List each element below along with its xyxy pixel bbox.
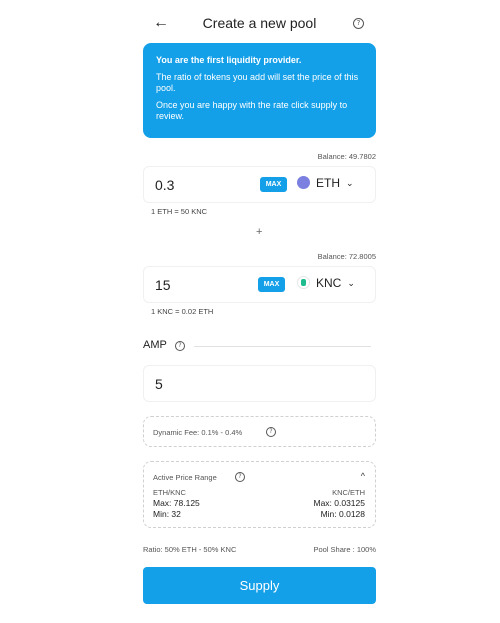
page-header: ← Create a new pool ? bbox=[143, 12, 376, 36]
chevron-down-icon: ⌄ bbox=[347, 278, 355, 289]
token-b-rate: 1 KNC = 0.02 ETH bbox=[151, 307, 214, 316]
dynamic-fee-label: Dynamic Fee: 0.1% - 0.4% bbox=[153, 428, 243, 437]
token-b-amount-input[interactable]: 15 bbox=[155, 277, 171, 293]
amp-label: AMP bbox=[143, 339, 167, 351]
plus-icon: + bbox=[256, 226, 263, 238]
help-icon[interactable]: ? bbox=[353, 18, 364, 29]
first-provider-info-box: You are the first liquidity provider. Th… bbox=[143, 43, 376, 138]
amp-input[interactable]: 5 bbox=[155, 376, 163, 392]
token-b-symbol: KNC bbox=[316, 276, 342, 290]
token-a-selector[interactable]: ETH ⌄ bbox=[297, 176, 354, 194]
info-line-2: The ratio of tokens you add will set the… bbox=[156, 72, 359, 93]
page-title: Create a new pool bbox=[202, 15, 317, 31]
price-range-left-min: Min: 32 bbox=[153, 509, 181, 519]
pool-share-text: Pool Share : 100% bbox=[313, 545, 376, 554]
price-range-help-icon[interactable]: ? bbox=[235, 472, 245, 482]
token-a-max-button[interactable]: MAX bbox=[260, 177, 287, 192]
amp-divider bbox=[194, 346, 371, 347]
token-b-input-card: 15 MAX KNC ⌄ bbox=[143, 266, 376, 303]
amp-input-card: 5 bbox=[143, 365, 376, 402]
amp-help-icon[interactable]: ? bbox=[175, 341, 185, 351]
token-b-selector[interactable]: KNC ⌄ bbox=[297, 276, 355, 294]
price-range-left-max: Max: 78.125 bbox=[153, 498, 200, 508]
eth-token-icon bbox=[297, 176, 310, 190]
chevron-up-icon[interactable]: ^ bbox=[361, 471, 365, 481]
knc-token-icon bbox=[297, 276, 310, 290]
active-price-range-box: Active Price Range ? ^ ETH/KNC Max: 78.1… bbox=[143, 461, 376, 528]
price-range-left-pair: ETH/KNC bbox=[153, 488, 186, 497]
token-a-balance[interactable]: Balance: 49.7802 bbox=[318, 152, 376, 161]
price-range-title: Active Price Range bbox=[153, 473, 217, 482]
token-a-rate: 1 ETH = 50 KNC bbox=[151, 207, 208, 216]
info-line-3: Once you are happy with the rate click s… bbox=[156, 100, 348, 121]
chevron-down-icon: ⌄ bbox=[346, 178, 354, 189]
dynamic-fee-box: Dynamic Fee: 0.1% - 0.4% ? bbox=[143, 416, 376, 447]
price-range-right-min: Min: 0.0128 bbox=[320, 509, 365, 519]
supply-button[interactable]: Supply bbox=[143, 567, 376, 604]
price-range-right-max: Max: 0.03125 bbox=[313, 498, 365, 508]
dynamic-fee-help-icon[interactable]: ? bbox=[266, 427, 276, 437]
token-a-symbol: ETH bbox=[316, 176, 340, 190]
price-range-right-pair: KNC/ETH bbox=[332, 488, 365, 497]
token-a-input-card: 0.3 MAX ETH ⌄ bbox=[143, 166, 376, 203]
token-b-balance[interactable]: Balance: 72.8005 bbox=[318, 252, 376, 261]
info-line-1: You are the first liquidity provider. bbox=[156, 55, 302, 65]
token-b-max-button[interactable]: MAX bbox=[258, 277, 285, 292]
ratio-text: Ratio: 50% ETH - 50% KNC bbox=[143, 545, 237, 554]
token-a-amount-input[interactable]: 0.3 bbox=[155, 177, 174, 193]
